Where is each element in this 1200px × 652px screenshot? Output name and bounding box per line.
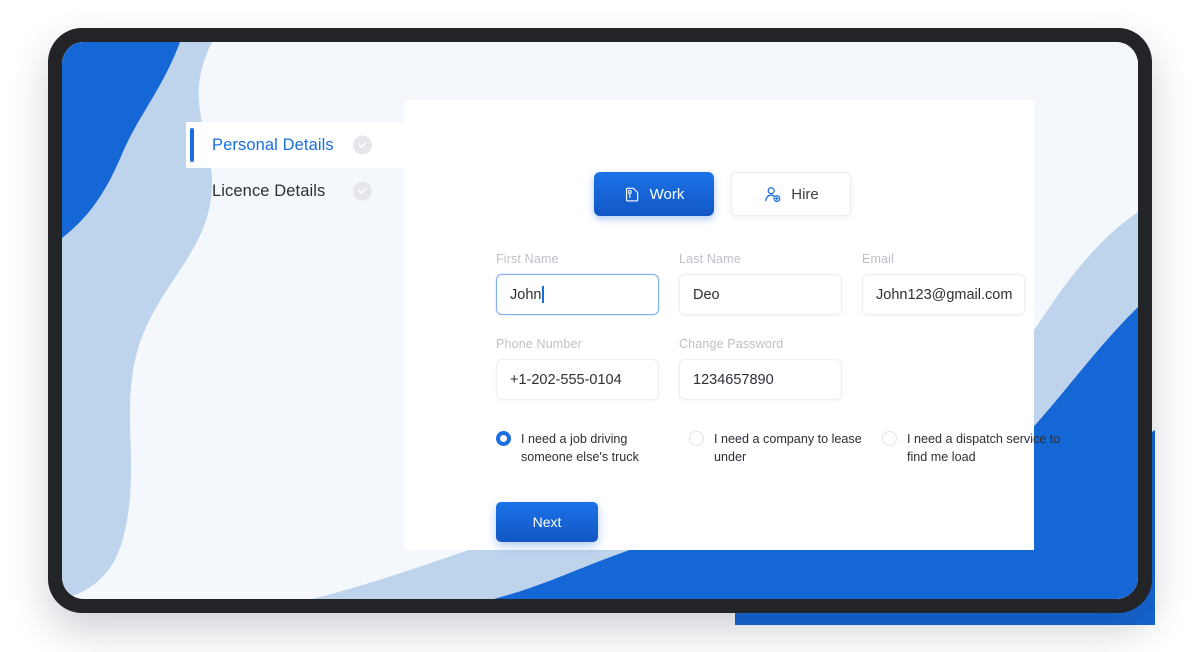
input-value: Deo bbox=[693, 286, 720, 303]
tab-work[interactable]: Work bbox=[594, 172, 714, 216]
sidebar-item-label: Personal Details bbox=[212, 135, 334, 154]
field-phone-number: Phone Number +1-202-555-0104 bbox=[496, 337, 659, 400]
radio-label: I need a dispatch service to find me loa… bbox=[907, 432, 1061, 464]
form-row-2: Phone Number +1-202-555-0104 Change Pass… bbox=[496, 337, 1026, 400]
radio-label: I need a company to lease under bbox=[714, 432, 862, 464]
need-type-radio-group: I need a job driving someone else's truc… bbox=[496, 430, 1076, 466]
first-name-input[interactable]: John bbox=[496, 274, 659, 315]
device-frame: Personal Details Licence Details Work Hi… bbox=[48, 28, 1152, 613]
field-last-name: Last Name Deo bbox=[679, 252, 842, 315]
steps-sidebar: Personal Details Licence Details bbox=[186, 122, 406, 214]
form-row-1: First Name John Last Name Deo Email John… bbox=[496, 252, 1026, 315]
phone-number-input[interactable]: +1-202-555-0104 bbox=[496, 359, 659, 400]
field-label: Last Name bbox=[679, 252, 741, 266]
field-label: Phone Number bbox=[496, 337, 582, 351]
email-input[interactable]: John123@gmail.com bbox=[862, 274, 1025, 315]
change-password-input[interactable]: 1234657890 bbox=[679, 359, 842, 400]
input-value: John bbox=[510, 286, 542, 303]
input-value: John123@gmail.com bbox=[876, 286, 1013, 303]
check-circle-icon bbox=[353, 181, 372, 201]
text-caret bbox=[542, 286, 544, 303]
radio-indicator[interactable] bbox=[882, 431, 897, 446]
device-screen: Personal Details Licence Details Work Hi… bbox=[62, 42, 1138, 599]
radio-option-driving-job[interactable]: I need a job driving someone else's truc… bbox=[496, 430, 689, 466]
radio-indicator[interactable] bbox=[689, 431, 704, 446]
app-content: Personal Details Licence Details Work Hi… bbox=[62, 42, 1138, 599]
field-email: Email John123@gmail.com bbox=[862, 252, 1025, 315]
sidebar-item-licence-details[interactable]: Licence Details bbox=[186, 168, 406, 214]
tab-label: Hire bbox=[791, 185, 819, 203]
tab-hire[interactable]: Hire bbox=[731, 172, 851, 216]
field-label: First Name bbox=[496, 252, 559, 266]
sidebar-item-label: Licence Details bbox=[212, 181, 326, 200]
screenshot-stage: Personal Details Licence Details Work Hi… bbox=[0, 0, 1200, 652]
personal-details-form: First Name John Last Name Deo Email John… bbox=[496, 252, 1026, 422]
sidebar-item-personal-details[interactable]: Personal Details bbox=[186, 122, 406, 168]
mode-tabs: Work Hire bbox=[594, 172, 851, 216]
field-change-password: Change Password 1234657890 bbox=[679, 337, 842, 400]
tab-label: Work bbox=[649, 185, 685, 203]
radio-indicator[interactable] bbox=[496, 431, 511, 446]
field-first-name: First Name John bbox=[496, 252, 659, 315]
input-value: 1234657890 bbox=[693, 371, 774, 388]
next-button[interactable]: Next bbox=[496, 502, 598, 542]
radio-option-dispatch-service[interactable]: I need a dispatch service to find me loa… bbox=[882, 430, 1075, 466]
input-value: +1-202-555-0104 bbox=[510, 371, 622, 388]
radio-label: I need a job driving someone else's truc… bbox=[521, 432, 639, 464]
last-name-input[interactable]: Deo bbox=[679, 274, 842, 315]
briefcase-tag-icon bbox=[624, 186, 641, 203]
check-circle-icon bbox=[353, 135, 372, 155]
form-card: Work Hire First Name John Last Name Deo … bbox=[404, 100, 1060, 550]
field-label: Change Password bbox=[679, 337, 784, 351]
person-add-icon bbox=[763, 185, 782, 204]
active-step-indicator bbox=[190, 128, 194, 162]
field-label: Email bbox=[862, 252, 895, 266]
radio-option-lease-company[interactable]: I need a company to lease under bbox=[689, 430, 882, 466]
